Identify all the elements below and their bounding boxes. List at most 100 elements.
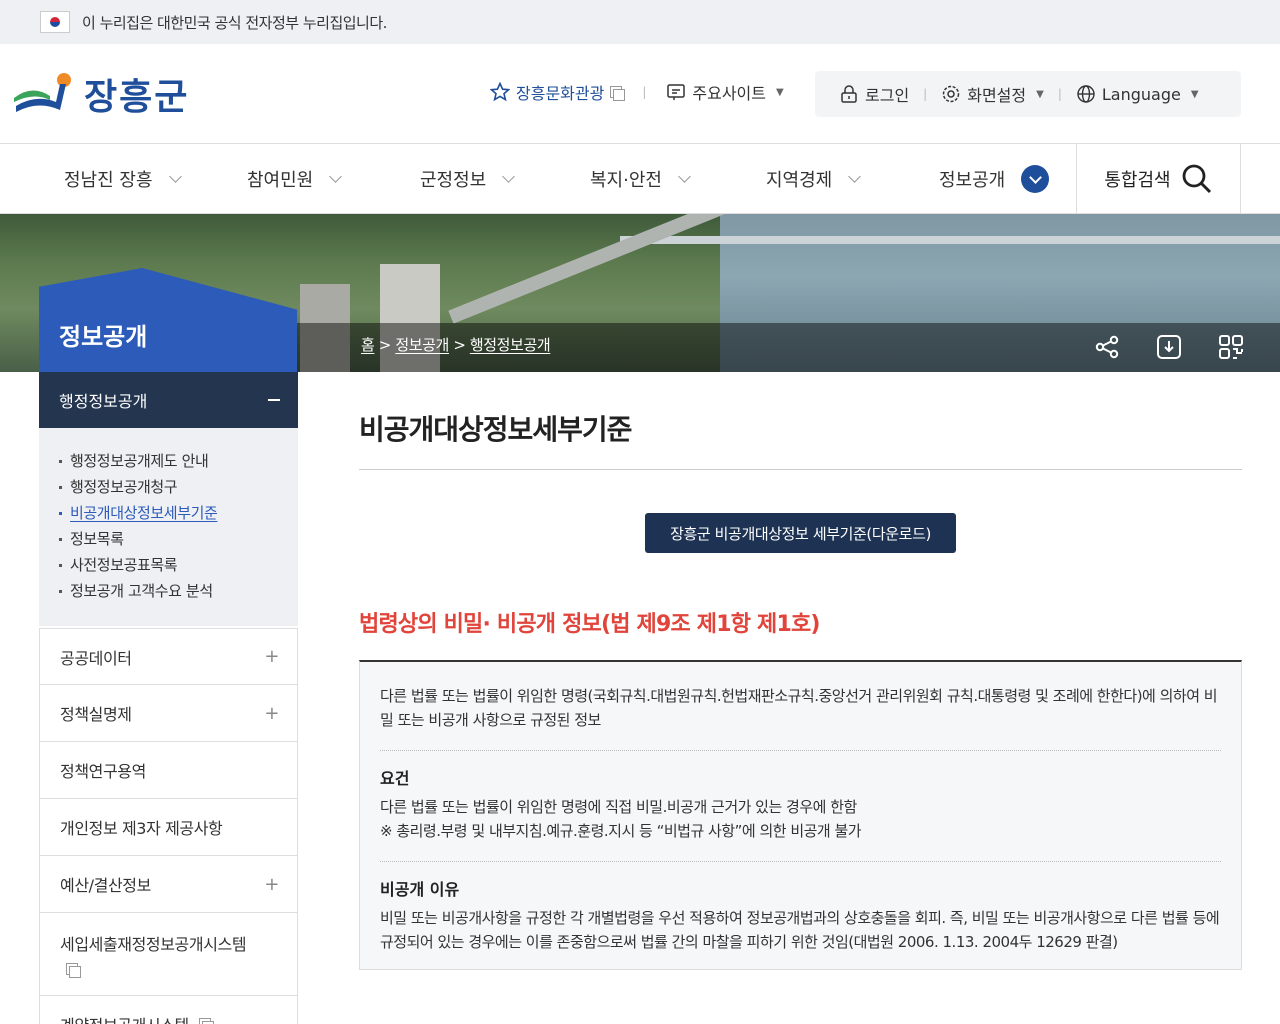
language-dropdown[interactable]: Language ▼	[1076, 84, 1199, 104]
divider: |	[1057, 87, 1062, 101]
login-label: 로그인	[865, 86, 910, 105]
sidebar-item-budget[interactable]: 예산/결산정보 +	[39, 856, 298, 913]
korea-flag-icon	[40, 11, 70, 33]
util-links: 장흥문화관광 | 주요사이트 ▼	[490, 80, 784, 104]
sidebar-menu: 행정정보공개 행정정보공개제도 안내 행정정보공개청구 비공개대상정보세부기준 …	[39, 372, 298, 1024]
page-tools	[1094, 334, 1244, 360]
breadcrumb-home[interactable]: 홈	[361, 336, 375, 354]
caret-down-icon: ▼	[1036, 88, 1044, 100]
sidebar-item-label: 공공데이터	[60, 648, 132, 668]
sidebar-item-public-data[interactable]: 공공데이터 +	[39, 628, 298, 685]
search-label: 통합검색	[1104, 170, 1171, 191]
chevron-down-icon	[168, 170, 182, 183]
page-title: 비공개대상정보세부기준	[359, 413, 632, 446]
divider: |	[642, 85, 647, 99]
reason-text: 비밀 또는 비공개사항을 규정한 각 개별법령을 우선 적용하여 정보공개법과의…	[380, 909, 1220, 951]
culture-link[interactable]: 장흥문화관광	[490, 80, 626, 104]
sidebar-item-policy-research[interactable]: 정책연구용역	[39, 742, 298, 799]
sidebar-item-personal-info[interactable]: 개인정보 제3자 제공사항	[39, 799, 298, 856]
sidebar-item-label: 예산/결산정보	[60, 876, 151, 895]
logo-mark-icon	[14, 73, 71, 112]
info-box: 다른 법률 또는 법률이 위임한 명령(국회규칙.대법원규칙.헌법재판소규칙.중…	[359, 660, 1242, 970]
chevron-down-icon	[678, 170, 691, 183]
gnb-item-economy[interactable]: 지역경제	[766, 144, 862, 214]
dotted-divider	[380, 861, 1221, 862]
submenu-item[interactable]: 사전정보공표목록	[59, 552, 278, 578]
sidebar-item-contract-system[interactable]: 계약정보공개시스템	[39, 996, 298, 1024]
download-criteria-button[interactable]: 장흥군 비공개대상정보 세부기준(다운로드)	[645, 513, 956, 553]
gnb-label: 지역경제	[766, 170, 833, 191]
submenu-item-current[interactable]: 비공개대상정보세부기준	[59, 500, 278, 526]
gnb-label: 정보공개	[939, 170, 1006, 191]
gov-banner: 이 누리집은 대한민국 공식 전자정부 누리집입니다.	[0, 0, 1280, 44]
logo-text: 장흥군	[84, 77, 190, 118]
star-icon	[490, 82, 510, 102]
breadcrumb-level1[interactable]: 정보공개	[395, 336, 449, 354]
sidebar-item-policy-name[interactable]: 정책실명제 +	[39, 685, 298, 742]
gnb-label: 참여민원	[247, 170, 314, 191]
minus-icon	[268, 399, 280, 401]
requirement-title: 요건	[380, 769, 410, 788]
search-icon	[1182, 164, 1211, 194]
culture-label: 장흥문화관광	[516, 84, 605, 103]
submenu-item[interactable]: 정보목록	[59, 526, 278, 552]
sidebar-submenu: 행정정보공개제도 안내 행정정보공개청구 비공개대상정보세부기준 정보목록 사전…	[39, 428, 298, 626]
divider: |	[923, 87, 928, 101]
sidebar-item-label: 행정정보공개	[59, 392, 148, 411]
dotted-divider	[380, 750, 1221, 751]
main-navigation: 정남진 장흥 참여민원 군정정보 복지·안전 지역경제 정보공개 통합검색	[0, 144, 1280, 214]
breadcrumb: 홈 > 정보공개 > 행정정보공개	[361, 334, 551, 355]
breadcrumb-level2[interactable]: 행정정보공개	[470, 336, 551, 354]
submenu-item[interactable]: 행정정보공개제도 안내	[59, 448, 278, 474]
sidebar-item-label: 개인정보 제3자 제공사항	[60, 819, 223, 838]
caret-down-icon: ▼	[775, 86, 784, 98]
share-icon[interactable]	[1094, 334, 1120, 360]
gnb-label: 복지·안전	[590, 170, 662, 191]
list-icon	[667, 84, 686, 100]
description-text: 다른 법률 또는 법률이 위임한 명령(국회규칙.대법원규칙.헌법재판소규칙.중…	[380, 687, 1218, 729]
gnb-item-county[interactable]: 군정정보	[420, 144, 516, 214]
submenu-item[interactable]: 행정정보공개청구	[59, 474, 278, 500]
sidebar-item-label: 계약정보공개시스템	[60, 1012, 189, 1024]
plus-icon: +	[264, 646, 279, 667]
gnb-item-welfare[interactable]: 복지·안전	[590, 144, 691, 214]
main-sites-dropdown[interactable]: 주요사이트 ▼	[666, 80, 784, 104]
main-sites-label: 주요사이트	[692, 84, 766, 103]
plus-icon: +	[264, 702, 279, 724]
sidebar-item-finance-system[interactable]: 세입세출재정정보공개시스템	[39, 913, 298, 996]
new-window-icon	[198, 1018, 214, 1024]
requirement-line: 다른 법률 또는 법률이 위임한 명령에 직접 비밀.비공개 근거가 있는 경우…	[380, 798, 857, 816]
section-title: 정보공개	[59, 323, 148, 351]
gnb-item-civil[interactable]: 참여민원	[247, 144, 343, 214]
submenu-item[interactable]: 정보공개 고객수요 분석	[59, 578, 278, 604]
sidebar-item-label: 세입세출재정정보공개시스템	[60, 935, 247, 954]
new-window-icon	[66, 963, 81, 978]
download-icon[interactable]	[1156, 334, 1182, 360]
gnb-label: 군정정보	[420, 170, 487, 191]
caret-down-icon: ▼	[1190, 88, 1199, 100]
screen-settings-dropdown[interactable]: 화면설정 ▼	[941, 82, 1044, 106]
title-divider	[359, 469, 1242, 470]
gnb-item-info[interactable]: 정보공개	[939, 144, 1050, 214]
site-logo[interactable]: 장흥군	[12, 68, 189, 120]
breadcrumb-sep: >	[378, 336, 392, 354]
new-window-icon	[610, 86, 626, 101]
sidebar-item-admin-info[interactable]: 행정정보공개	[39, 372, 298, 428]
hero-bridge	[620, 236, 1280, 244]
breadcrumb-sep: >	[453, 336, 466, 354]
gnb-label: 정남진 장흥	[64, 170, 153, 191]
integrated-search-button[interactable]: 통합검색	[1076, 144, 1241, 214]
lock-icon	[841, 85, 857, 103]
chevron-down-icon	[502, 170, 516, 183]
section-heading: 법령상의 비밀· 비공개 정보(법 제9조 제1항 제1호)	[359, 612, 820, 637]
header: 장흥군 장흥문화관광 | 주요사이트 ▼ 로그인 | 화면설정 ▼ | Lang…	[0, 44, 1280, 144]
hero-road	[448, 214, 732, 324]
language-label: Language	[1101, 84, 1181, 104]
reason-title: 비공개 이유	[380, 880, 460, 899]
globe-icon	[1077, 85, 1095, 103]
gnb-item-jangheung[interactable]: 정남진 장흥	[64, 144, 182, 214]
util-box: 로그인 | 화면설정 ▼ | Language ▼	[815, 71, 1241, 117]
requirement-note: ※ 총리령.부령 및 내부지침.예규.훈령.지시 등 “비법규 사항”에 의한 …	[380, 822, 862, 840]
login-button[interactable]: 로그인	[839, 82, 909, 106]
qr-code-icon[interactable]	[1218, 334, 1244, 360]
